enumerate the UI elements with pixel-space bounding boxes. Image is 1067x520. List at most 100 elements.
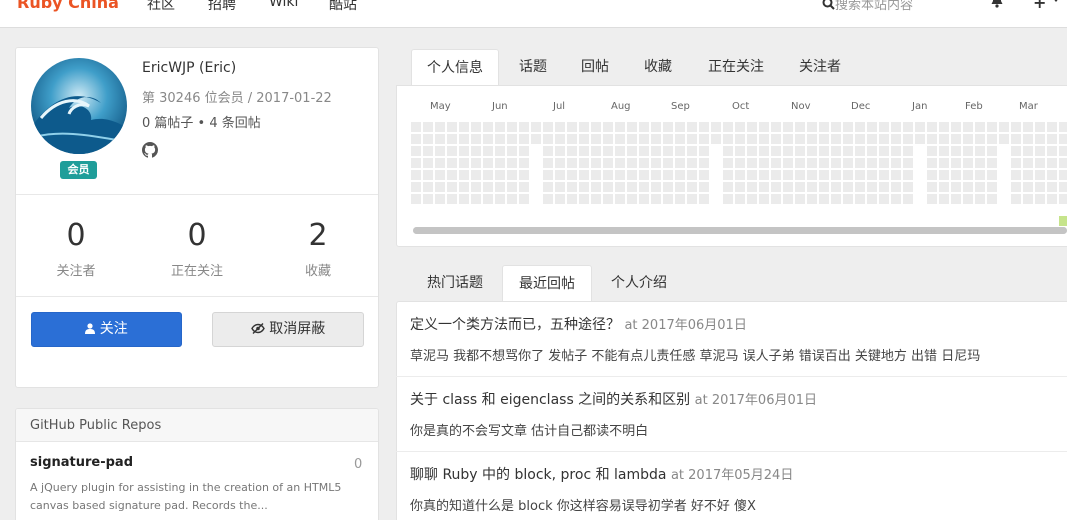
calendar-scrollbar[interactable] bbox=[413, 227, 1067, 234]
month-label: Mar bbox=[1019, 101, 1038, 112]
calendar-day-cell bbox=[591, 134, 601, 144]
member-badge: 会员 bbox=[60, 161, 97, 179]
calendar-day-cell bbox=[903, 158, 913, 168]
reply-title[interactable]: 关于 class 和 eigenclass 之间的关系和区别 bbox=[410, 392, 690, 408]
calendar-day-cell bbox=[603, 170, 613, 180]
profile-tabs: 个人信息 话题 回帖 收藏 正在关注 关注者 bbox=[396, 49, 1067, 85]
tab-topics[interactable]: 话题 bbox=[506, 49, 560, 85]
calendar-day-cell bbox=[975, 146, 985, 156]
nav-link-jobs[interactable]: 招聘 bbox=[208, 0, 236, 14]
stat-following[interactable]: 0 正在关注 bbox=[137, 218, 257, 279]
reply-title[interactable]: 定义一个类方法而已，五种途径？ bbox=[410, 317, 620, 333]
calendar-day-cell bbox=[807, 122, 817, 132]
month-label: Oct bbox=[732, 101, 750, 112]
tab-replies[interactable]: 回帖 bbox=[568, 49, 622, 85]
calendar-day-cell bbox=[603, 122, 613, 132]
calendar-day-cell bbox=[579, 158, 589, 168]
calendar-day-cell bbox=[903, 182, 913, 192]
calendar-day-cell bbox=[951, 194, 961, 204]
stat-favorites[interactable]: 2 收藏 bbox=[258, 218, 378, 279]
scrollbar-thumb[interactable] bbox=[413, 227, 1067, 234]
nav-link-wiki[interactable]: Wiki bbox=[269, 0, 298, 10]
calendar-day-cell bbox=[819, 170, 829, 180]
nav-link-community[interactable]: 社区 bbox=[147, 0, 175, 14]
reply-title-link[interactable]: 定义一个类方法而已，五种途径？ at 2017年06月01日 bbox=[410, 314, 747, 334]
repo-name-link[interactable]: signature-pad bbox=[30, 455, 133, 470]
calendar-day-cell bbox=[447, 122, 457, 132]
calendar-day-cell bbox=[891, 122, 901, 132]
calendar-day-cell bbox=[603, 182, 613, 192]
plus-icon[interactable]: + bbox=[1033, 0, 1046, 12]
calendar-day-cell bbox=[879, 182, 889, 192]
calendar-day-cell bbox=[867, 122, 877, 132]
follow-button[interactable]: 关注 bbox=[31, 312, 182, 347]
calendar-day-cell bbox=[735, 146, 745, 156]
tab-favorites[interactable]: 收藏 bbox=[631, 49, 685, 85]
calendar-day-cell bbox=[483, 146, 493, 156]
unblock-button[interactable]: 取消屏蔽 bbox=[212, 312, 364, 347]
calendar-day-cell bbox=[879, 158, 889, 168]
calendar-day-cell bbox=[615, 134, 625, 144]
brand-logo[interactable]: Ruby China bbox=[17, 0, 119, 12]
calendar-day-cell bbox=[819, 146, 829, 156]
calendar-day-cell bbox=[447, 146, 457, 156]
activity-tabs: 热门话题 最近回帖 个人介绍 bbox=[396, 265, 1067, 301]
calendar-day-cell bbox=[747, 134, 757, 144]
bell-icon[interactable] bbox=[990, 0, 1004, 8]
calendar-day-cell bbox=[483, 158, 493, 168]
calendar-day-cell bbox=[963, 182, 973, 192]
tab-profile-info[interactable]: 个人信息 bbox=[411, 49, 499, 85]
calendar-day-cell bbox=[1011, 170, 1021, 180]
divider bbox=[16, 194, 378, 195]
calendar-day-cell bbox=[939, 194, 949, 204]
calendar-day-cell bbox=[951, 122, 961, 132]
calendar-day-cell bbox=[819, 122, 829, 132]
calendar-day-cell bbox=[831, 122, 841, 132]
calendar-day-cell bbox=[555, 122, 565, 132]
reply-title-link[interactable]: 聊聊 Ruby 中的 block, proc 和 lambda at 2017年… bbox=[410, 464, 793, 484]
calendar-day-cell bbox=[927, 146, 937, 156]
nav-link-sites[interactable]: 酷站 bbox=[329, 0, 357, 14]
calendar-day-cell bbox=[699, 134, 709, 144]
unblock-button-label: 取消屏蔽 bbox=[269, 321, 326, 337]
stat-followers[interactable]: 0 关注者 bbox=[16, 218, 136, 279]
reply-title-link[interactable]: 关于 class 和 eigenclass 之间的关系和区别 at 2017年0… bbox=[410, 389, 817, 409]
calendar-day-cell bbox=[879, 194, 889, 204]
tab-recent-replies[interactable]: 最近回帖 bbox=[502, 265, 592, 301]
tab-following[interactable]: 正在关注 bbox=[699, 49, 773, 85]
avatar[interactable] bbox=[31, 58, 127, 154]
reply-title[interactable]: 聊聊 Ruby 中的 block, proc 和 lambda bbox=[410, 467, 667, 483]
calendar-day-cell bbox=[1059, 134, 1067, 144]
calendar-day-cell bbox=[639, 194, 649, 204]
calendar-day-cell bbox=[651, 194, 661, 204]
github-icon[interactable] bbox=[142, 142, 158, 158]
tab-hot-topics[interactable]: 热门话题 bbox=[411, 265, 499, 301]
chevron-down-icon[interactable] bbox=[1052, 0, 1060, 2]
calendar-day-cell bbox=[1059, 158, 1067, 168]
calendar-day-cell bbox=[783, 122, 793, 132]
calendar-day-cell bbox=[483, 134, 493, 144]
calendar-day-cell bbox=[699, 170, 709, 180]
calendar-day-cell bbox=[1023, 194, 1033, 204]
follow-button-label: 关注 bbox=[99, 321, 128, 337]
calendar-day-cell bbox=[723, 170, 733, 180]
calendar-day-cell bbox=[507, 194, 517, 204]
calendar-day-cell bbox=[843, 194, 853, 204]
tab-followers[interactable]: 关注者 bbox=[789, 49, 851, 85]
calendar-day-cell bbox=[423, 158, 433, 168]
calendar-day-cell bbox=[759, 134, 769, 144]
calendar-day-cell bbox=[543, 146, 553, 156]
calendar-day-cell bbox=[663, 170, 673, 180]
calendar-day-cell bbox=[435, 134, 445, 144]
calendar-day-cell bbox=[579, 170, 589, 180]
calendar-day-cell bbox=[795, 170, 805, 180]
calendar-day-cell bbox=[483, 122, 493, 132]
tab-introduction[interactable]: 个人介绍 bbox=[596, 265, 682, 301]
github-repos-card: GitHub Public Repos signature-pad 0 A jQ… bbox=[15, 408, 379, 520]
calendar-day-cell bbox=[759, 194, 769, 204]
calendar-day-cell bbox=[687, 170, 697, 180]
calendar-day-cell bbox=[783, 170, 793, 180]
calendar-day-cell bbox=[555, 170, 565, 180]
search-input[interactable]: 搜索本站内容 bbox=[822, 0, 913, 13]
calendar-day-cell bbox=[615, 170, 625, 180]
